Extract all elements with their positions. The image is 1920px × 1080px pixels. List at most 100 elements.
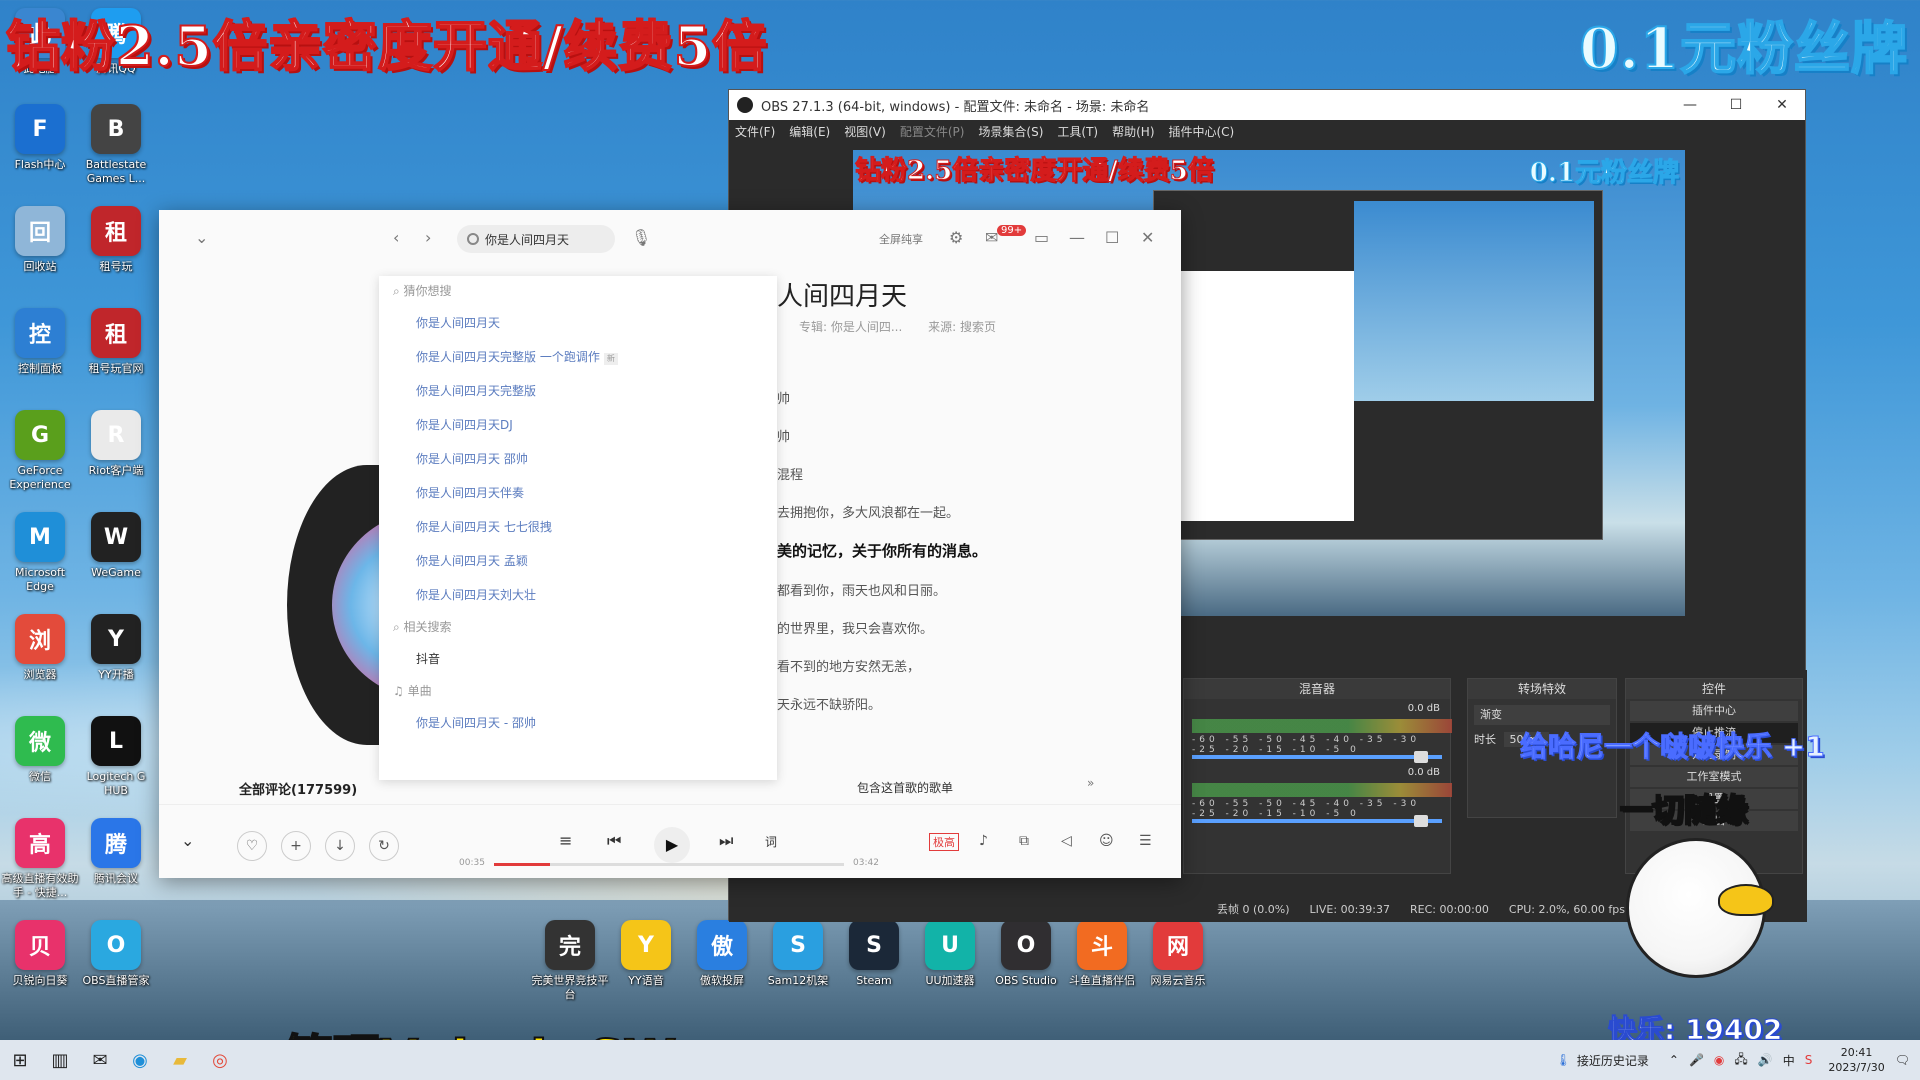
tray-chevron-icon[interactable]: ⌃ xyxy=(1669,1053,1679,1067)
desktop-icon[interactable]: 微微信 xyxy=(0,716,80,784)
menu-file[interactable]: 文件(F) xyxy=(735,123,775,140)
share-button[interactable]: ↻ xyxy=(369,831,399,861)
speaker-icon[interactable]: 🔊 xyxy=(1758,1053,1773,1067)
queue-icon[interactable]: ☰ xyxy=(1139,833,1152,849)
clock[interactable]: 20:41 2023/7/30 xyxy=(1828,1045,1884,1075)
desktop-icon[interactable]: 完完美世界竞技平台 xyxy=(530,920,610,1002)
expand-arrow-icon[interactable]: » xyxy=(1087,776,1094,790)
minimize-button[interactable]: — xyxy=(1667,97,1713,113)
suggestion-item[interactable]: 你是人间四月天完整版 xyxy=(379,374,777,408)
desktop-icon[interactable]: 斗斗鱼直播伴侣 xyxy=(1062,920,1142,988)
desktop-icon[interactable]: 网网易云音乐 xyxy=(1138,920,1218,988)
menu-edit[interactable]: 编辑(E) xyxy=(789,123,830,140)
netease-tray-icon[interactable]: ◉ xyxy=(1714,1053,1724,1067)
next-track-icon[interactable]: ⏭ xyxy=(719,831,733,851)
plugin-center-button[interactable]: 插件中心 xyxy=(1630,701,1798,721)
play-button[interactable]: ▶ xyxy=(654,827,690,863)
desktop-icon[interactable]: S Steam xyxy=(834,920,914,988)
edge-taskbar-icon[interactable]: ◉ xyxy=(120,1040,160,1080)
desktop-icon[interactable]: W WeGame xyxy=(76,512,156,580)
notify-text[interactable]: 接近历史记录 xyxy=(1577,1052,1649,1069)
listen-together-icon[interactable]: ☺ xyxy=(1099,833,1114,849)
lyrics-toggle[interactable]: 词 xyxy=(765,833,777,850)
add-to-playlist-button[interactable]: + xyxy=(281,831,311,861)
album-info[interactable]: 专辑: 你是人间四... xyxy=(799,320,902,334)
suggestion-item[interactable]: 你是人间四月天 七七很拽 xyxy=(379,510,777,544)
menu-plugins[interactable]: 插件中心(C) xyxy=(1169,123,1235,140)
desktop-icon[interactable]: 租租号玩 xyxy=(76,206,156,274)
file-explorer-icon[interactable]: ▰ xyxy=(160,1040,200,1080)
desktop-icon[interactable]: Y YY语音 xyxy=(606,920,686,988)
source-info[interactable]: 来源: 搜索页 xyxy=(928,320,996,334)
voice-search-icon[interactable]: 🎙 xyxy=(631,228,651,247)
menu-profile[interactable]: 配置文件(P) xyxy=(900,123,965,140)
desktop-icon[interactable]: O OBS直播管家 xyxy=(76,920,156,988)
playlist-mode-icon[interactable]: ≡ xyxy=(559,831,572,850)
collapse-chevron-icon[interactable]: ⌄ xyxy=(195,228,208,247)
collapse-player-icon[interactable]: ⌄ xyxy=(181,831,194,850)
suggestion-item[interactable]: 你是人间四月天 xyxy=(379,306,777,340)
desktop-icon[interactable]: G GeForce Experience xyxy=(0,410,80,492)
desktop-icon[interactable]: B Battlestate Games L... xyxy=(76,104,156,186)
notification-center-icon[interactable]: 🗨 xyxy=(1895,1053,1910,1067)
search-input[interactable]: 你是人间四月天 xyxy=(485,231,569,248)
fullscreen-mode[interactable]: 全屏纯享 xyxy=(879,231,923,247)
desktop-icon[interactable]: U UU加速器 xyxy=(910,920,990,988)
effects-icon[interactable]: ♪ xyxy=(979,833,988,849)
like-button[interactable]: ♡ xyxy=(237,831,267,861)
volume-knob-1[interactable] xyxy=(1414,751,1428,763)
start-windows-icon[interactable]: ⊞ xyxy=(0,1040,40,1080)
desktop-icon[interactable]: S Sam12机架 xyxy=(758,920,838,988)
desktop-icon[interactable]: 回回收站 xyxy=(0,206,80,274)
single-item[interactable]: 你是人间四月天 - 邵帅 xyxy=(379,706,777,740)
menu-help[interactable]: 帮助(H) xyxy=(1112,123,1154,140)
volume-icon[interactable]: ◁ xyxy=(1061,833,1072,849)
suggestion-item[interactable]: 你是人间四月天刘大壮 xyxy=(379,578,777,612)
suggestion-item[interactable]: 你是人间四月天完整版 一个跑调作新 xyxy=(379,340,777,374)
maximize-icon[interactable]: ☐ xyxy=(1105,228,1119,247)
volume-slider-1[interactable] xyxy=(1192,755,1442,759)
desktop-icon[interactable]: M Microsoft Edge xyxy=(0,512,80,594)
mail-app-icon[interactable]: ✉ xyxy=(80,1040,120,1080)
menu-tools[interactable]: 工具(T) xyxy=(1057,123,1098,140)
related-item[interactable]: 抖音 xyxy=(379,642,777,676)
ime-indicator[interactable]: 中 xyxy=(1783,1052,1795,1069)
suggestion-item[interactable]: 你是人间四月天 邵帅 xyxy=(379,442,777,476)
maximize-button[interactable]: ☐ xyxy=(1713,97,1759,113)
forward-arrow-icon[interactable]: › xyxy=(425,228,431,247)
mic-icon[interactable]: 🎤 xyxy=(1689,1053,1704,1067)
desktop-icon[interactable]: 腾腾讯会议 xyxy=(76,818,156,886)
desktop-icon[interactable]: R Riot客户端 xyxy=(76,410,156,478)
download-button[interactable]: ↓ xyxy=(325,831,355,861)
desktop-icon[interactable]: Y YY开播 xyxy=(76,614,156,682)
previous-track-icon[interactable]: ⏮ xyxy=(607,831,621,851)
desktop-icon[interactable]: O OBS Studio xyxy=(986,920,1066,988)
studio-mode-button[interactable]: 工作室模式 xyxy=(1630,767,1798,787)
progress-bar[interactable] xyxy=(494,863,844,866)
close-icon[interactable]: ✕ xyxy=(1141,228,1154,247)
quality-badge[interactable]: 极高 xyxy=(929,833,959,851)
volume-slider-2[interactable] xyxy=(1192,819,1442,823)
close-button[interactable]: ✕ xyxy=(1759,97,1805,113)
suggestion-item[interactable]: 你是人间四月天伴奏 xyxy=(379,476,777,510)
network-icon[interactable]: 🖧 xyxy=(1734,1050,1747,1071)
related-playlists[interactable]: 包含这首歌的歌单 xyxy=(857,779,953,796)
comments-count[interactable]: 全部评论(177599) xyxy=(239,779,357,798)
transition-select[interactable]: 渐变 xyxy=(1474,705,1610,725)
volume-knob-2[interactable] xyxy=(1414,815,1428,827)
sogou-icon[interactable]: S xyxy=(1805,1053,1813,1067)
desktop-icon[interactable]: 傲傲软投屏 xyxy=(682,920,762,988)
chrome-taskbar-icon[interactable]: ◎ xyxy=(200,1040,240,1080)
search-box[interactable]: 你是人间四月天 xyxy=(457,225,615,253)
menu-view[interactable]: 视图(V) xyxy=(844,123,886,140)
task-view-icon[interactable]: ▥ xyxy=(40,1040,80,1080)
desktop-icon[interactable]: 浏浏览器 xyxy=(0,614,80,682)
desktop-icon[interactable]: 高高级直播有效助手 - 快捷... xyxy=(0,818,80,900)
desktop-icon[interactable]: 控控制面板 xyxy=(0,308,80,376)
desktop-icon[interactable]: 租租号玩官网 xyxy=(76,308,156,376)
desktop-icon[interactable]: 贝贝锐向日葵 xyxy=(0,920,80,988)
mini-mode-icon[interactable]: ▭ xyxy=(1034,228,1049,247)
desktop-icon[interactable]: L Logitech G HUB xyxy=(76,716,156,798)
suggestion-item[interactable]: 你是人间四月天DJ xyxy=(379,408,777,442)
settings-gear-icon[interactable]: ⚙ xyxy=(949,228,963,247)
